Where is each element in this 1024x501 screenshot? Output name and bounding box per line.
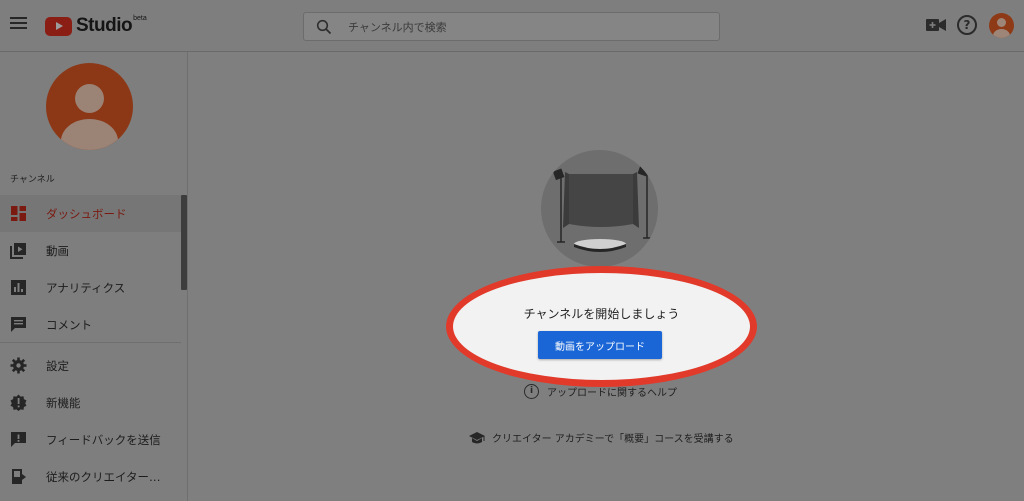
sidebar-item-videos[interactable]: 動画	[0, 232, 181, 269]
highlight-ellipse: チャンネルを開始しましょう 動画をアップロード	[446, 266, 757, 387]
sidebar-item-label: 動画	[46, 243, 69, 258]
top-app-bar: Studio beta ?	[0, 0, 1024, 52]
upload-help-label: アップロードに関するヘルプ	[547, 388, 677, 399]
creator-academy-label: クリエイター アカデミーで「概要」コースを受講する	[492, 434, 734, 445]
sidebar-item-label: アナリティクス	[46, 280, 126, 295]
youtube-play-icon	[45, 16, 72, 36]
channel-section-label: チャンネル	[10, 175, 55, 185]
help-icon[interactable]: ?	[957, 15, 977, 35]
account-avatar[interactable]	[989, 13, 1014, 38]
settings-icon	[10, 357, 27, 374]
channel-avatar[interactable]	[46, 63, 133, 150]
studio-illustration	[541, 150, 658, 267]
create-video-icon[interactable]	[926, 17, 946, 33]
info-icon: i	[524, 384, 539, 399]
comment-icon	[11, 317, 26, 332]
feedback-icon	[11, 432, 26, 447]
sidebar-item-label: 新機能	[46, 395, 81, 410]
sidebar-item-analytics[interactable]: アナリティクス	[0, 269, 181, 306]
youtube-studio-logo[interactable]: Studio beta	[45, 14, 147, 38]
sidebar-item-comments[interactable]: コメント	[0, 306, 181, 343]
hamburger-menu-icon[interactable]	[10, 17, 27, 31]
sidebar-item-label: 従来のクリエイター…	[46, 469, 161, 484]
sidebar-divider	[0, 342, 181, 343]
sidebar-item-classic-studio[interactable]: 従来のクリエイター…	[0, 458, 181, 495]
sidebar-item-label: ダッシュボード	[46, 206, 127, 221]
logo-text: Studio	[76, 15, 133, 36]
graduation-cap-icon	[469, 431, 485, 443]
video-library-icon	[10, 243, 26, 259]
dashboard-main: チャンネルを開始しましょう 動画をアップロード i アップロードに関するヘルプ …	[189, 52, 1024, 501]
creator-academy-link[interactable]: クリエイター アカデミーで「概要」コースを受講する	[468, 430, 734, 445]
sidebar-item-label: 設定	[46, 358, 69, 373]
sidebar-item-label: コメント	[46, 317, 92, 332]
search-input[interactable]	[348, 17, 708, 37]
classic-studio-icon	[12, 469, 26, 484]
analytics-icon	[11, 280, 26, 295]
search-box[interactable]	[303, 12, 720, 41]
sidebar-item-whats-new[interactable]: 新機能	[0, 384, 181, 421]
upload-video-button[interactable]: 動画をアップロード	[538, 331, 662, 359]
dashboard-icon	[11, 206, 26, 221]
sidebar-item-feedback[interactable]: フィードバックを送信	[0, 421, 181, 458]
sidebar: チャンネル ダッシュボード 動画 アナリティクス コメント 設定 新機能 フィー…	[0, 52, 188, 501]
sidebar-item-dashboard[interactable]: ダッシュボード	[0, 195, 181, 232]
sidebar-item-label: フィードバックを送信	[46, 432, 161, 447]
beta-badge: beta	[133, 15, 147, 22]
start-channel-heading: チャンネルを開始しましょう	[523, 307, 680, 321]
new-features-icon	[10, 394, 27, 411]
sidebar-scrollbar[interactable]	[181, 195, 187, 290]
upload-help-link[interactable]: i アップロードに関するヘルプ	[524, 384, 677, 399]
sidebar-item-settings[interactable]: 設定	[0, 347, 181, 384]
search-icon	[316, 19, 332, 35]
